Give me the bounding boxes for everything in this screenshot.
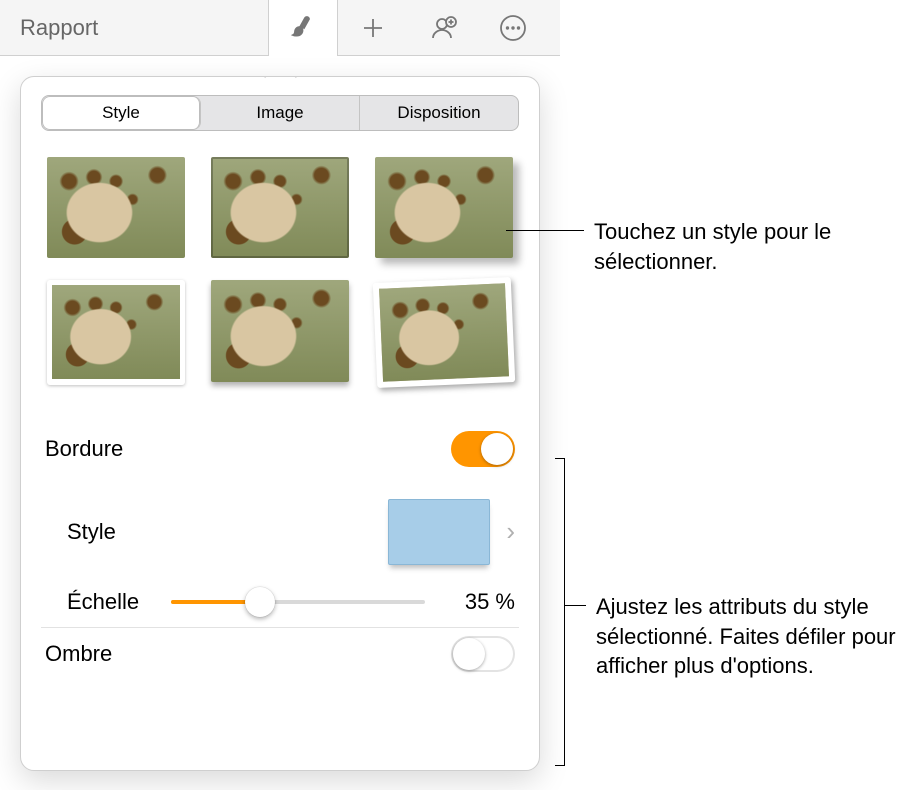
thumbnail-image (379, 284, 509, 382)
callout-bracket (564, 458, 565, 766)
thumbnail-image (375, 157, 513, 258)
style-option-2[interactable] (211, 157, 349, 258)
shadow-label: Ombre (45, 641, 112, 667)
border-row: Bordure (41, 415, 519, 483)
tab-image[interactable]: Image (201, 96, 360, 130)
shadow-toggle[interactable] (451, 636, 515, 672)
border-style-label: Style (67, 519, 116, 545)
thumbnail-image (211, 157, 349, 258)
bracket-tick (555, 458, 565, 459)
border-style-row[interactable]: Style › (41, 483, 519, 581)
person-add-icon (429, 14, 457, 42)
slider-thumb (245, 587, 275, 617)
collaborate-button[interactable] (408, 0, 478, 56)
thumbnail-image (211, 280, 349, 381)
callout-leader (506, 230, 584, 231)
scale-label: Échelle (67, 589, 151, 615)
toggle-knob (453, 638, 485, 670)
tab-style[interactable]: Style (42, 96, 201, 130)
thumbnail-image (47, 157, 185, 258)
style-option-6[interactable] (373, 277, 515, 387)
callout-leader (564, 605, 586, 606)
callout-text: Touchez un style pour le sélectionner. (594, 219, 831, 274)
more-icon (499, 14, 527, 42)
shadow-row: Ombre (41, 627, 519, 682)
scale-row: Échelle 35 % (41, 587, 519, 617)
style-option-1[interactable] (47, 157, 185, 258)
toolbar: Rapport (0, 0, 560, 56)
toggle-knob (481, 433, 513, 465)
border-style-swatch (388, 499, 490, 565)
panel-tabs: Style Image Disposition (41, 95, 519, 131)
style-option-4[interactable] (47, 280, 185, 385)
format-brush-button[interactable] (268, 0, 338, 56)
scale-value: 35 % (445, 589, 515, 615)
callout-text: Ajustez les attributs du style sélection… (596, 594, 896, 678)
format-panel: Style Image Disposition Bordure Style › … (20, 76, 540, 771)
scale-slider[interactable] (171, 587, 425, 617)
thumbnail-image (52, 285, 180, 379)
chevron-right-icon: › (506, 516, 515, 547)
bracket-tick (555, 765, 565, 766)
style-option-3[interactable] (375, 157, 513, 258)
add-button[interactable] (338, 0, 408, 56)
brush-icon (289, 14, 317, 42)
more-button[interactable] (478, 0, 548, 56)
callout-top: Touchez un style pour le sélectionner. (594, 217, 904, 276)
style-option-5[interactable] (211, 280, 349, 385)
style-thumbnails (47, 157, 513, 385)
callout-bottom: Ajustez les attributs du style sélection… (596, 592, 916, 681)
plus-icon (359, 14, 387, 42)
border-label: Bordure (45, 436, 123, 462)
border-toggle[interactable] (451, 431, 515, 467)
document-title: Rapport (12, 15, 98, 41)
tab-disposition[interactable]: Disposition (360, 96, 518, 130)
